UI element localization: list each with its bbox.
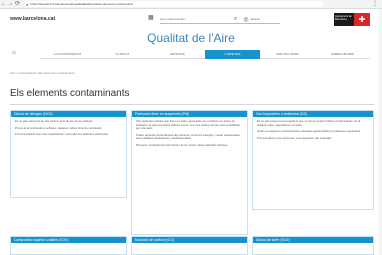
- tab-per-millorar[interactable]: PER MILLORAR: [260, 50, 315, 59]
- card-no2[interactable]: Diòxid de nitrogen (NO2) És un gas marro…: [10, 110, 127, 198]
- card-paragraph: Provoca danys a les persones, a la veget…: [257, 135, 332, 140]
- language-icon[interactable]: ◎: [243, 16, 248, 23]
- card-title[interactable]: Diòxid de sofre (SO2): [253, 237, 373, 243]
- card-paragraph: Quan es respira en concentracions elevad…: [257, 129, 362, 134]
- card-co[interactable]: Monòxid de carboni (CO): [131, 236, 248, 255]
- browser-menu-icon[interactable]: ⋮: [372, 0, 378, 9]
- back-icon[interactable]: ←: [0, 0, 7, 9]
- header-search: ⌕ ◎ Idioma: [160, 15, 280, 24]
- card-paragraph: Provoca irritació a les vies respiratòri…: [15, 132, 109, 137]
- section-title: Els elements contaminants: [10, 88, 130, 99]
- tab-saber-ne-mes[interactable]: SABER-NE MÉS: [315, 50, 370, 59]
- card-title[interactable]: Monòxid de carboni (CO): [132, 237, 247, 243]
- card-body: És un gas present a la troposfera que es…: [253, 117, 373, 146]
- cross-icon: ✚: [358, 15, 366, 24]
- tab-aire-ara[interactable]: L'AIRE ARA: [205, 50, 260, 59]
- card-paragraph: Prové de la combustió a vehicles, calder…: [15, 125, 103, 130]
- divider: [10, 104, 374, 105]
- card-o3[interactable]: Ozó troposfèric o ambiental (O3) És un g…: [252, 110, 374, 210]
- apps-grid-icon[interactable]: ▦: [148, 14, 154, 21]
- breadcrumb[interactable]: Inici / Contaminació / Els elements cont…: [10, 71, 75, 75]
- tab-episodis[interactable]: EPISODIS: [150, 50, 205, 59]
- ajuntament-logo[interactable]: Ajuntament de Barcelona ✚: [334, 13, 370, 26]
- card-title[interactable]: Compostos orgànics volàtils (COV): [11, 237, 126, 243]
- page-title: Qualitat de l'Aire: [147, 31, 235, 45]
- card-paragraph: Són partícules sòlides que floten en l'a…: [136, 119, 240, 131]
- card-body: Són partícules sòlides que floten en l'a…: [132, 117, 247, 154]
- card-so2[interactable]: Diòxid de sofre (SO2): [252, 236, 374, 255]
- lock-icon: ●: [26, 1, 29, 7]
- search-icon[interactable]: ⌕: [234, 16, 237, 23]
- site-name[interactable]: www.barcelona.cat: [10, 16, 55, 22]
- tab-contaminacio[interactable]: LA CONTAMINACIÓ: [40, 50, 95, 59]
- card-paragraph: Provenen principalment del trànsit i de …: [136, 142, 229, 147]
- card-cov[interactable]: Compostos orgànics volàtils (COV): [10, 236, 127, 255]
- card-paragraph: És un gas marronós de olor picant i acre…: [15, 119, 94, 123]
- main-nav: LA CONTAMINACIÓ LA SALUT EPISODIS L'AIRE…: [40, 50, 370, 59]
- card-body: És un gas marronós de olor picant i acre…: [11, 117, 126, 143]
- card-paragraph: És un gas present a la troposfera que es…: [257, 119, 361, 127]
- browser-toolbar: ← → ⟳ ● https://ajuntament.barcelona.cat…: [0, 0, 382, 9]
- site-header: www.barcelona.cat ▦ ⌕ ◎ Idioma Ajuntamen…: [0, 9, 382, 29]
- url-text: https://ajuntament.barcelona.cat/qualita…: [30, 2, 134, 6]
- tab-salut[interactable]: LA SALUT: [95, 50, 150, 59]
- card-paragraph: Poden penetrar profundament als pulmons …: [136, 132, 240, 141]
- address-bar[interactable]: ● https://ajuntament.barcelona.cat/quali…: [24, 1, 324, 7]
- forward-icon[interactable]: →: [7, 0, 14, 9]
- language-label[interactable]: Idioma: [251, 17, 260, 21]
- reload-icon[interactable]: ⟳: [14, 0, 21, 9]
- logo-text: Ajuntament de Barcelona: [334, 13, 354, 26]
- home-icon[interactable]: ⌂: [12, 50, 16, 56]
- search-input[interactable]: [160, 17, 230, 21]
- card-pm[interactable]: Partícules fines en suspensió (PM) Són p…: [131, 110, 248, 235]
